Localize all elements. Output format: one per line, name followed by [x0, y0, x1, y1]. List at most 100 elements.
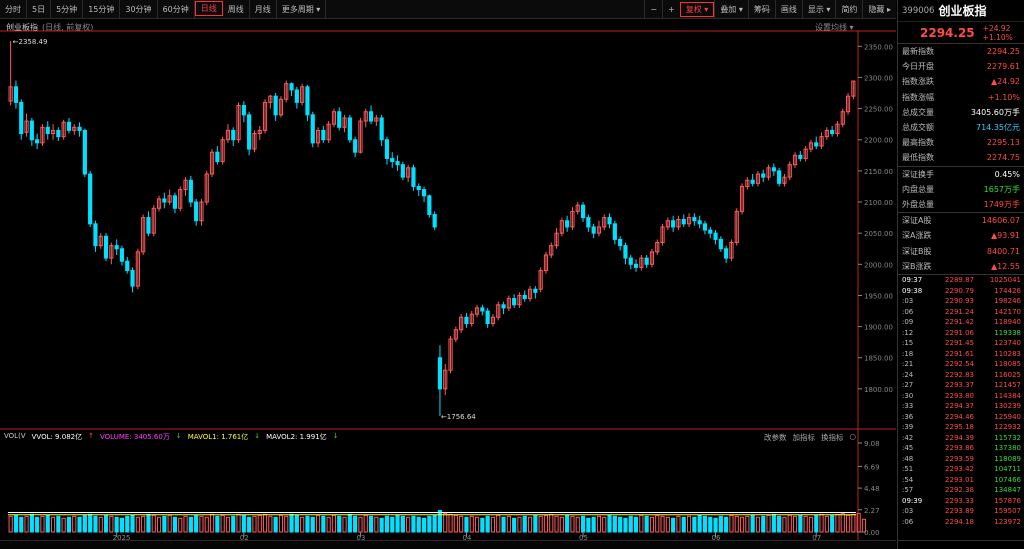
- quote-row: 最低指数 2274.75: [898, 150, 1024, 165]
- tick-row: :33 2294.37 130239: [898, 401, 1024, 412]
- volume-tool-button[interactable]: 改参数: [764, 432, 787, 443]
- volume-bar: [231, 515, 236, 533]
- tick-time: :21: [902, 360, 914, 369]
- volume-tool-button[interactable]: 加指标: [793, 432, 816, 443]
- quote-label: 深证A股: [902, 216, 932, 226]
- volume-bar: [448, 513, 453, 533]
- candle-body: [612, 223, 617, 240]
- volume-legend-item: ↓: [175, 432, 182, 440]
- tick-price: 2293.89: [945, 507, 974, 516]
- tick-volume: 142170: [994, 307, 1021, 316]
- volume-tick-label: 9.08: [864, 440, 880, 448]
- volume-bar: [596, 515, 602, 533]
- volume-tool-button[interactable]: ○: [850, 432, 857, 443]
- volume-bar: [337, 515, 342, 533]
- candle-body: [384, 139, 390, 159]
- volume-bar: [194, 514, 199, 533]
- tick-price: 2294.18: [945, 517, 974, 526]
- volume-bar: [734, 515, 739, 533]
- tick-list[interactable]: 09:37 2289.87 1025041 09:38 2290.79 174426:03…: [898, 273, 1024, 527]
- candle-body: [45, 126, 50, 135]
- volume-bar: [241, 514, 246, 533]
- volume-bar: [512, 517, 517, 533]
- candle-body: [618, 238, 623, 247]
- volume-bar: [72, 515, 77, 533]
- volume-bar: [167, 514, 172, 533]
- volume-tool-button[interactable]: 换指标: [821, 432, 844, 443]
- volume-bar: [40, 515, 45, 533]
- volume-bar: [215, 515, 220, 533]
- candle-body: [761, 173, 766, 178]
- tick-row: 09:37 2289.87 1025041: [898, 275, 1024, 286]
- bottom-scroll-bar[interactable]: [0, 540, 896, 549]
- candle-body: [814, 142, 819, 147]
- tick-volume: 130239: [994, 402, 1021, 411]
- volume-bar: [798, 514, 803, 533]
- quote-label: 指数涨幅: [902, 92, 934, 102]
- quote-row: 最新指数 2294.25: [898, 44, 1024, 59]
- volume-bar: [474, 516, 480, 533]
- volume-bar: [135, 516, 140, 533]
- quote-value: 0.45%: [994, 169, 1020, 179]
- volume-bar: [739, 516, 745, 533]
- volume-bar: [490, 516, 496, 533]
- candle-body: [77, 126, 82, 131]
- volume-bar: [824, 515, 829, 533]
- volume-bar: [395, 514, 400, 533]
- tick-row: :21 2292.54 118085: [898, 359, 1024, 370]
- volume-bar: [543, 514, 549, 533]
- volume-bar: [109, 515, 114, 533]
- quote-value: 2294.25: [986, 47, 1020, 57]
- quote-label: 最低指数: [902, 153, 934, 163]
- volume-bar: [432, 514, 437, 533]
- volume-bar: [225, 516, 231, 533]
- volume-bar: [496, 514, 501, 533]
- volume-legend-item: MAVOL2: 1.991亿: [266, 433, 327, 441]
- volume-legend: VOL(V VVOL: 9.082亿 ↑ VOLUME: 3405.60万 ↓ MAVOL…: [4, 432, 704, 442]
- candle-body: [19, 101, 24, 135]
- volume-bar: [660, 515, 665, 533]
- candlestick-chart[interactable]: 2350.00 2300.00 2250.00 2200.00 2150.00 2100.…: [0, 0, 896, 549]
- tick-price: 2293.37: [945, 381, 974, 390]
- tick-time: :36: [902, 412, 914, 421]
- tick-row: :06 2291.24 142170: [898, 306, 1024, 317]
- tick-price: 2292.38: [945, 486, 974, 495]
- price-tick-label: 2050.00: [864, 230, 893, 238]
- tick-volume: 114384: [994, 391, 1021, 400]
- tick-volume: 125940: [994, 412, 1021, 421]
- volume-bar: [469, 515, 474, 533]
- volume-bar: [649, 516, 655, 533]
- volume-bar: [93, 515, 98, 533]
- volume-bar: [252, 515, 257, 533]
- volume-bar: [342, 516, 347, 533]
- tick-price: 2293.42: [945, 465, 974, 474]
- tick-row: :42 2294.39 115732: [898, 432, 1024, 443]
- volume-tick-label: 2.27: [864, 507, 880, 515]
- volume-bar: [35, 516, 40, 533]
- quote-group-turnover: 深证换手 0.45% 内盘总量 1657万手 外盘总量 1749万手: [898, 165, 1024, 213]
- quote-row: 深A涨跌 ▲93.91: [898, 228, 1024, 243]
- tick-time: :12: [902, 328, 914, 337]
- quote-value: 8400.71: [986, 246, 1020, 256]
- candle-body: [798, 154, 803, 159]
- volume-bar: [379, 517, 384, 533]
- volume-bar: [358, 516, 363, 533]
- volume-bar: [527, 516, 533, 533]
- high-marker-label: ←2358.49: [13, 38, 48, 46]
- tick-time: :18: [902, 349, 914, 358]
- volume-bar: [787, 514, 792, 533]
- tick-time: 09:38: [902, 286, 923, 295]
- tick-volume: 198246: [994, 297, 1021, 306]
- quote-row: 深证换手 0.45%: [898, 167, 1024, 182]
- volume-bar: [400, 515, 405, 533]
- candle-body: [697, 220, 702, 225]
- candle-body: [241, 104, 246, 116]
- candle-body: [702, 223, 708, 231]
- volume-bar: [151, 514, 156, 533]
- tick-row: :54 2293.01 107466: [898, 474, 1024, 485]
- tick-volume: 134847: [994, 486, 1021, 495]
- volume-bar: [368, 515, 374, 533]
- candle-body: [194, 201, 199, 222]
- volume-bar: [300, 516, 305, 533]
- volume-tick-label: 0.00: [864, 529, 880, 537]
